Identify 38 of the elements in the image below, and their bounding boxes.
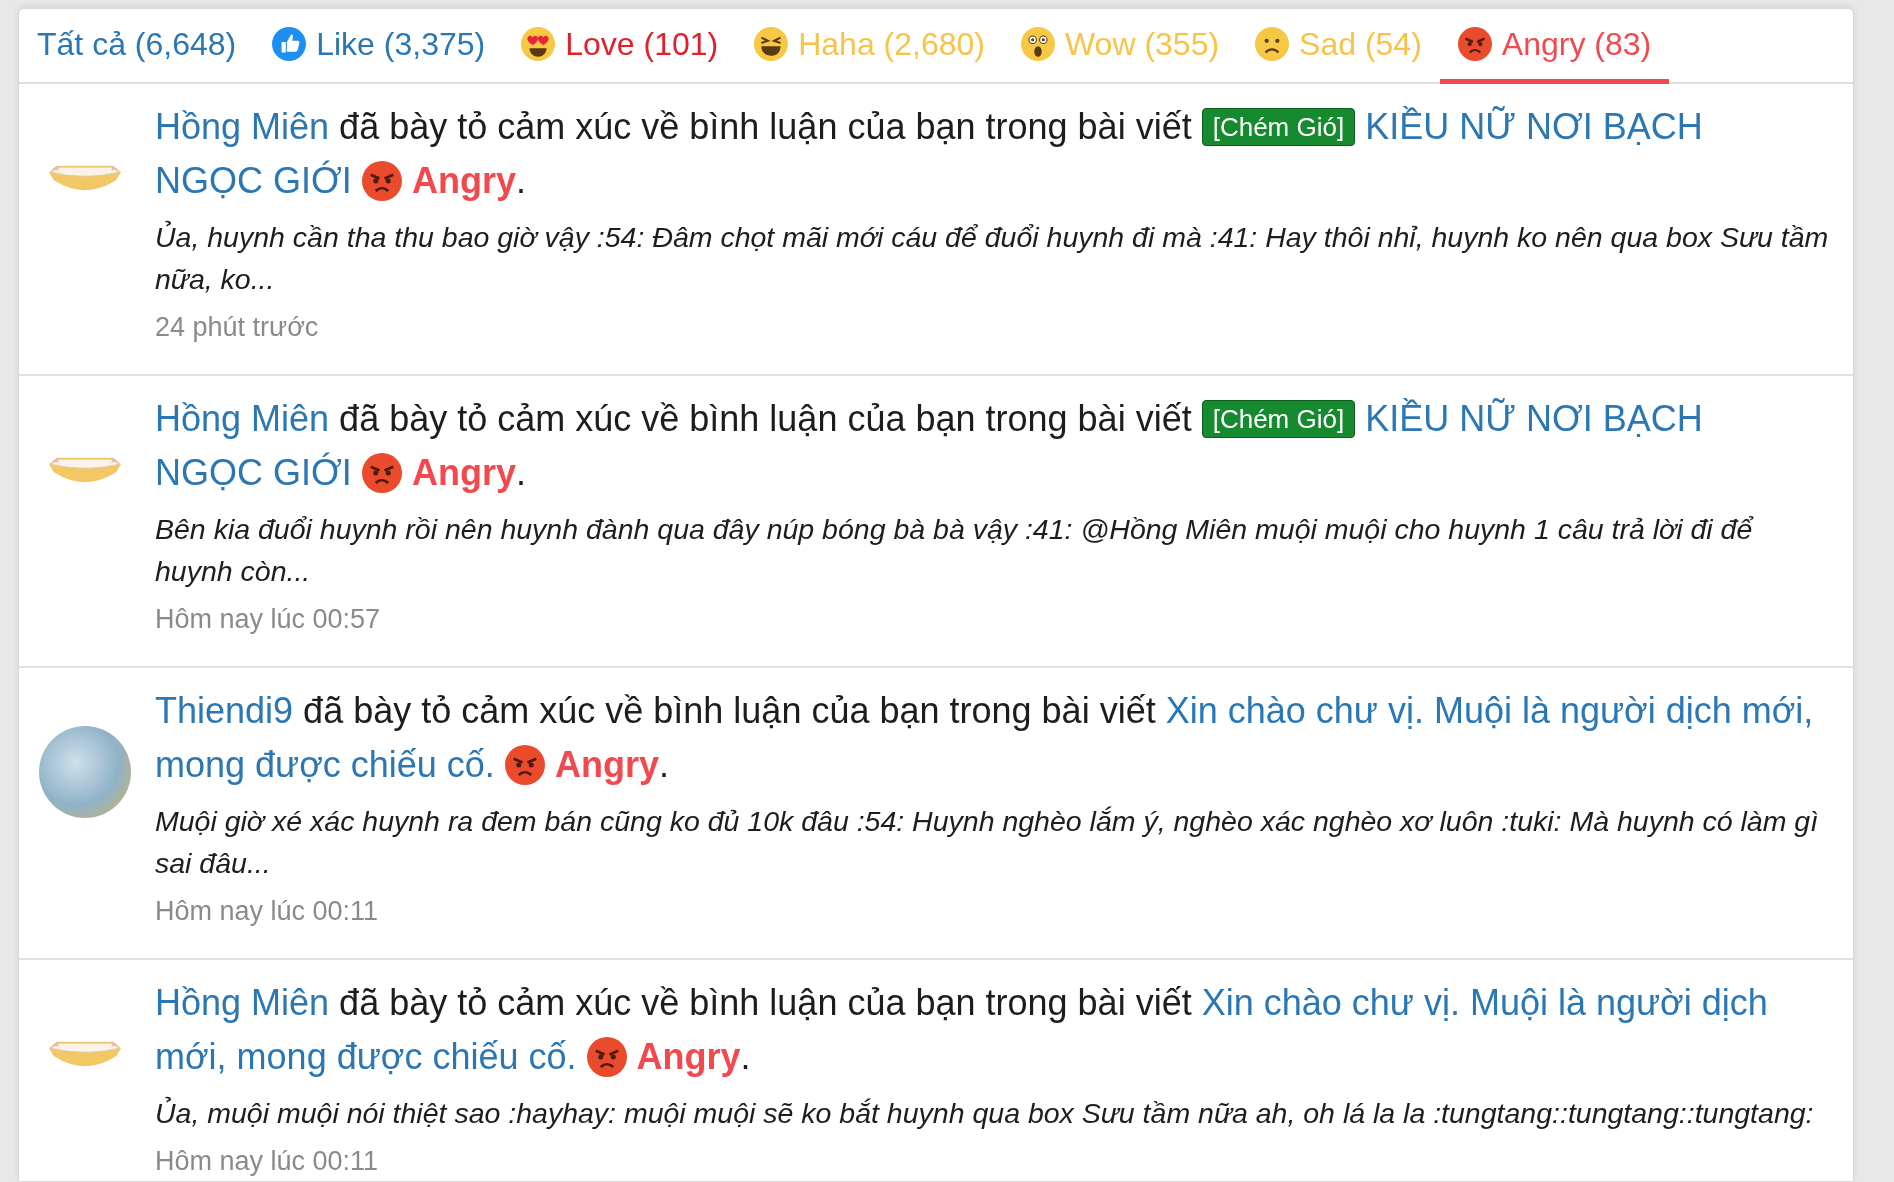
- notification-text: đã bày tỏ cảm xúc về bình luận của bạn trong bài viết: [303, 690, 1156, 731]
- thread-link[interactable]: NGỌC GIỚI: [155, 160, 352, 201]
- notification-text: đã bày tỏ cảm xúc về bình luận của bạn trong bài viết: [339, 398, 1192, 439]
- reaction-label: Angry: [554, 744, 659, 785]
- timestamp: 24 phút trước: [155, 312, 320, 343]
- timestamp: Hôm nay lúc 00:57: [155, 604, 382, 635]
- reaction-label: Angry: [636, 1036, 741, 1077]
- reaction-tab[interactable]: Tất cả (6,648): [19, 9, 255, 84]
- period-text: .: [658, 744, 669, 785]
- user-link[interactable]: Thiendi9: [155, 690, 294, 731]
- comment-snippet: Ủa, muội muội nói thiệt sao :hayhay: muội muội sẽ ko bắt huynh qua box Sưu tầm nữa ah, oh lá la la :tungtang::tungtang::tungtang:: [155, 1095, 1815, 1131]
- thread-link[interactable]: NGỌC GIỚI: [155, 452, 352, 493]
- reaction-tab[interactable]: Love (101): [503, 9, 737, 84]
- period-text: .: [515, 160, 526, 201]
- reaction-tab[interactable]: Like (3,375): [254, 9, 504, 84]
- period-text: .: [515, 452, 526, 493]
- reaction-label: Angry: [411, 160, 516, 201]
- user-link[interactable]: Hồng Miên: [155, 106, 330, 147]
- notification-text: đã bày tỏ cảm xúc về bình luận của bạn trong bài viết: [339, 982, 1192, 1023]
- thread-link[interactable]: Xin chào chư vị. Muội là người dịch mới,: [1165, 690, 1814, 731]
- thread-link[interactable]: KIỀU NỮ NƠI BẠCH: [1365, 106, 1703, 147]
- thread-link[interactable]: KIỀU NỮ NƠI BẠCH: [1365, 398, 1703, 439]
- thread-link[interactable]: mong được chiếu cố.: [155, 744, 495, 785]
- thread-prefix-tag: [Chém Gió]: [1201, 108, 1356, 146]
- thread-link[interactable]: Xin chào chư vị. Muội là người dịch: [1201, 982, 1768, 1023]
- comment-snippet: Muội giờ xé xác huynh ra đem bán cũng ko đủ 10k đâu :54: Huynh nghèo lắm ý, nghèo xác nghèo xơ luôn :tuki: Mà huynh có làm gì sai đâu...: [155, 804, 1820, 881]
- thread-prefix-tag: [Chém Gió]: [1201, 400, 1356, 438]
- period-text: .: [740, 1036, 751, 1077]
- reaction-label: Angry: [411, 452, 516, 493]
- notification-text: đã bày tỏ cảm xúc về bình luận của bạn trong bài viết: [339, 106, 1192, 147]
- timestamp: Hôm nay lúc 00:11: [155, 896, 380, 927]
- comment-snippet: Bên kia đuổi huynh rồi nên huynh đành qua đây núp bóng bà bà vậy :41: @Hồng Miên muội muội cho huynh 1 câu trả lời đi để huynh còn...: [155, 512, 1755, 589]
- user-link[interactable]: Hồng Miên: [155, 398, 330, 439]
- user-link[interactable]: Hồng Miên: [155, 982, 330, 1023]
- timestamp: Hôm nay lúc 00:11: [155, 1146, 380, 1177]
- comment-snippet: Ủa, huynh cần tha thu bao giờ vậy :54: Đâm chọt mãi mới cáu để đuổi huynh đi mà :41: Hay thôi nhỉ, huynh ko nên qua box Sưu tầm nữa, ko...: [155, 219, 1830, 297]
- reaction-tab[interactable]: Angry (83): [1439, 9, 1670, 84]
- thread-link[interactable]: mới, mong được chiếu cố.: [155, 1036, 577, 1077]
